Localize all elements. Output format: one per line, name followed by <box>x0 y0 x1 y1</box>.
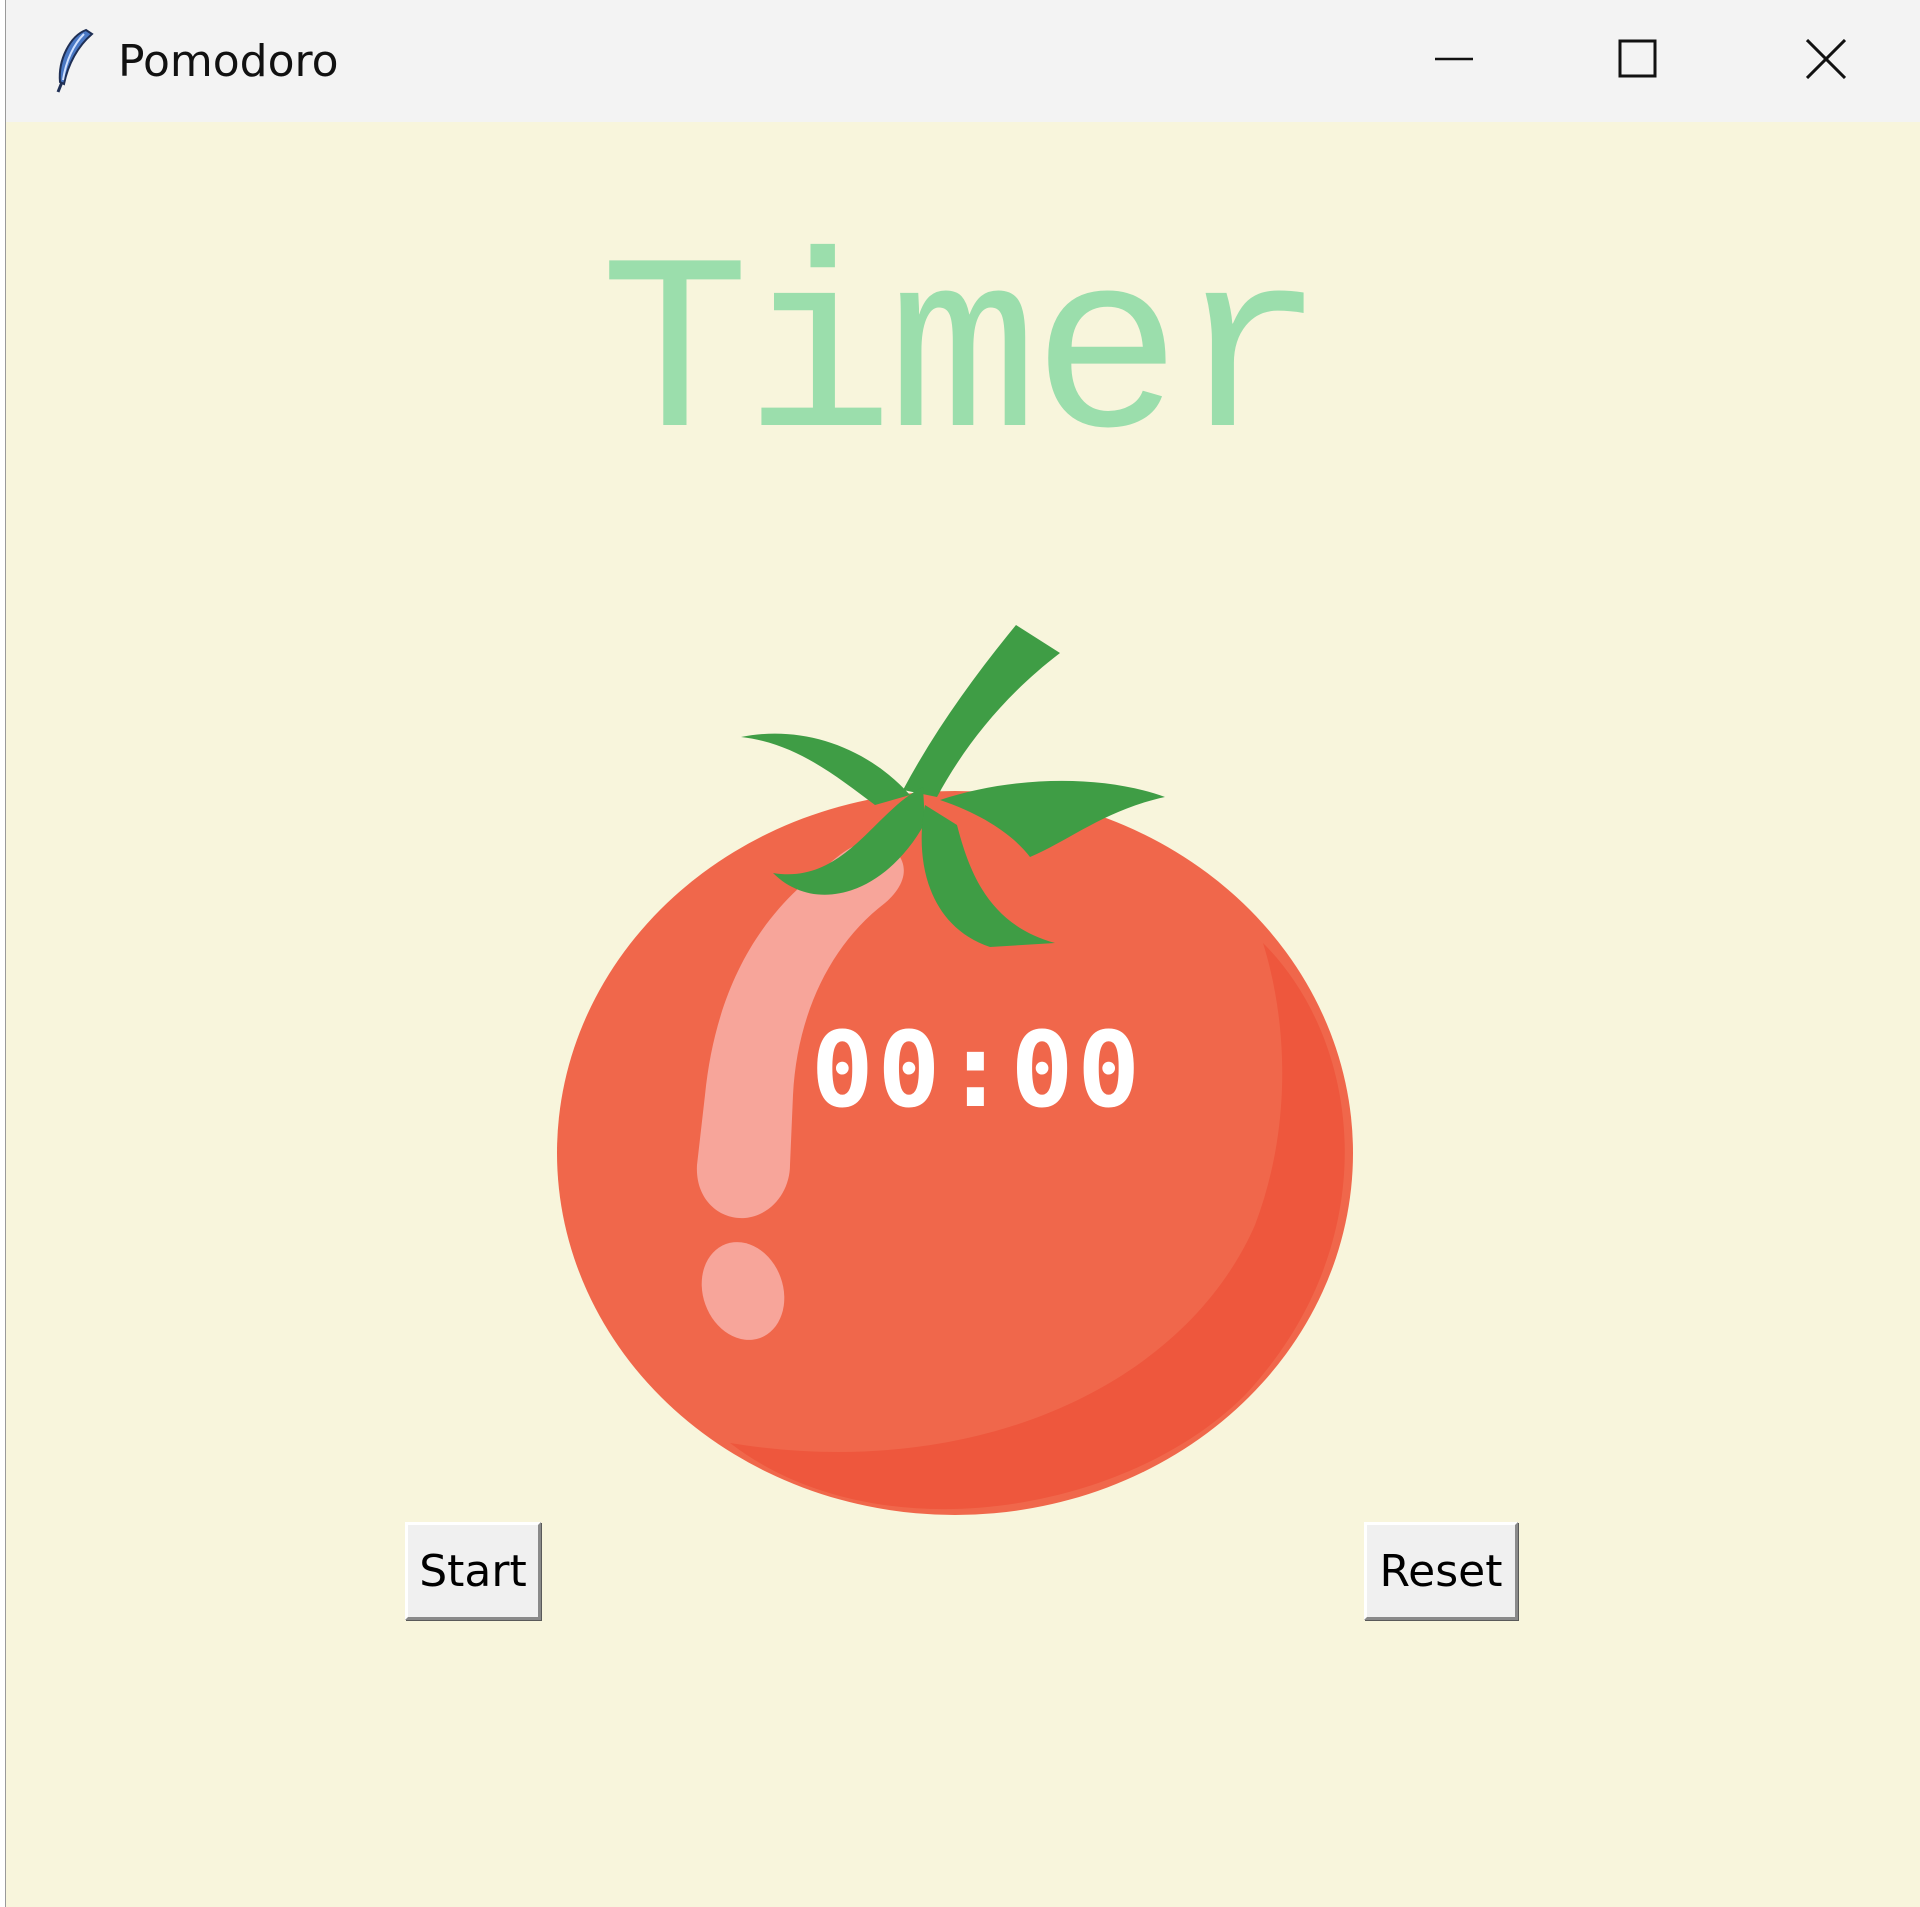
minimize-icon <box>1434 39 1474 84</box>
timer-display: 00:00 <box>810 1009 1145 1131</box>
maximize-icon <box>1618 39 1658 84</box>
feather-icon <box>50 26 98 94</box>
maximize-button[interactable] <box>1546 0 1730 122</box>
start-button[interactable]: Start <box>405 1522 541 1620</box>
close-button[interactable] <box>1730 0 1920 122</box>
minimize-button[interactable] <box>1362 0 1546 122</box>
window-title: Pomodoro <box>118 36 339 87</box>
reset-button[interactable]: Reset <box>1364 1522 1518 1620</box>
timer-heading: Timer <box>599 218 1326 501</box>
close-icon <box>1805 38 1846 84</box>
title-bar[interactable]: Pomodoro <box>6 0 1920 122</box>
